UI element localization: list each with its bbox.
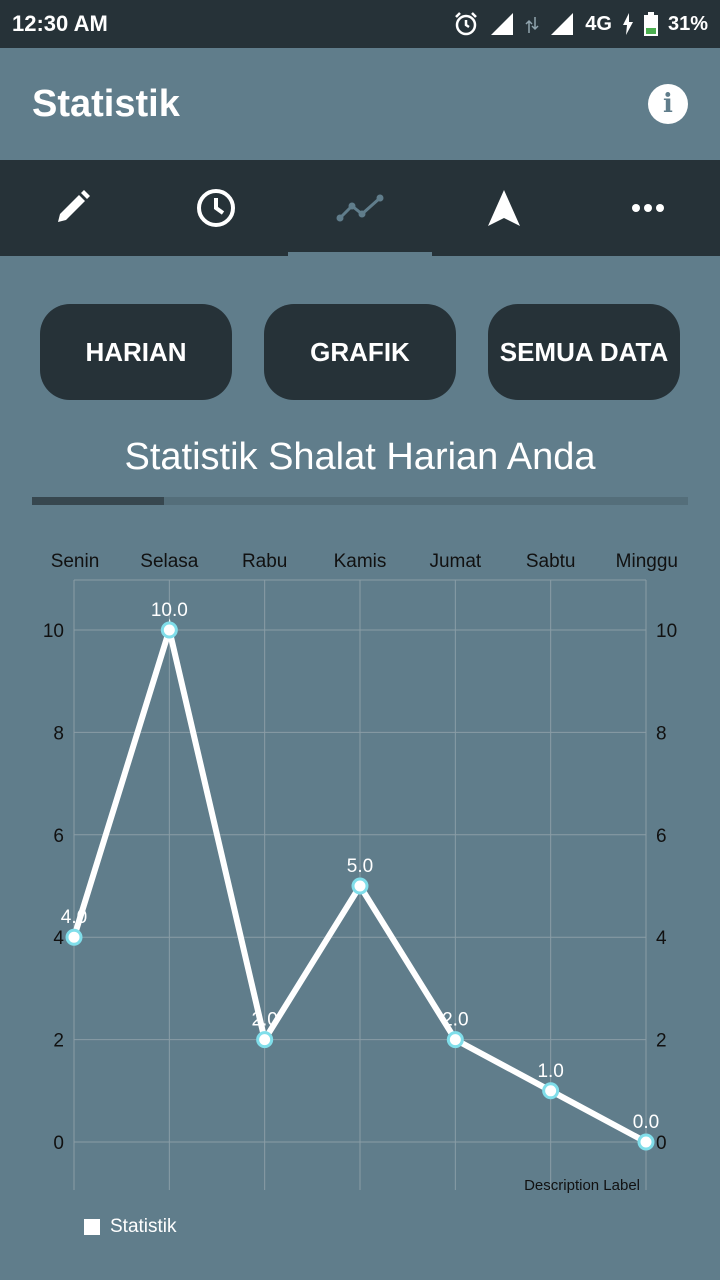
tab-more[interactable] (576, 160, 720, 256)
y-tick-label-right: 2 (656, 1031, 667, 1052)
chart-description: Description Label (524, 1177, 640, 1194)
legend-label: Statistik (110, 1216, 177, 1237)
y-tick-label-left: 0 (53, 1133, 64, 1154)
x-tick-label: Jumat (429, 551, 481, 572)
y-tick-label-left: 4 (53, 928, 64, 949)
data-label: 2.0 (442, 1010, 468, 1031)
y-tick-label-right: 8 (656, 723, 667, 744)
data-label: 10.0 (151, 600, 188, 621)
chart-button[interactable]: GRAFIK (264, 304, 456, 400)
info-icon[interactable]: i (648, 84, 688, 124)
y-tick-label-left: 2 (53, 1031, 64, 1052)
data-point (351, 877, 369, 895)
tab-bar (0, 160, 720, 256)
x-tick-label: Sabtu (526, 551, 576, 572)
data-label: 5.0 (347, 856, 373, 877)
signal-icon (491, 13, 514, 35)
all-data-button[interactable]: SEMUA DATA (488, 304, 680, 400)
pencil-icon (58, 190, 90, 222)
tab-statistics[interactable] (288, 160, 432, 256)
data-point (446, 1031, 464, 1049)
y-tick-label-right: 0 (656, 1133, 667, 1154)
alarm-icon (455, 12, 478, 36)
data-label: 1.0 (537, 1061, 563, 1082)
section-heading: Statistik Shalat Harian Anda (124, 436, 596, 478)
x-tick-label: Kamis (334, 551, 387, 572)
more-dots-icon (632, 204, 664, 212)
chart-line-icon (336, 194, 384, 222)
status-time: 12:30 AM (12, 11, 108, 36)
y-tick-label-right: 6 (656, 826, 667, 847)
signal-icon (551, 13, 574, 35)
app-bar: Statistik i (0, 48, 720, 160)
x-tick-label: Rabu (242, 551, 287, 572)
status-icons: 4G 31% (453, 11, 708, 37)
data-point (542, 1082, 560, 1100)
battery-percent: 31% (667, 12, 708, 35)
info-glyph: i (663, 89, 673, 119)
tab-history[interactable] (144, 160, 288, 256)
data-point (637, 1133, 655, 1151)
data-point (160, 621, 178, 639)
heading-divider (32, 497, 688, 505)
chart-legend: Statistik (84, 1216, 177, 1238)
data-label: 0.0 (633, 1112, 659, 1133)
data-label: 4.0 (61, 907, 87, 928)
data-label: 2.0 (251, 1010, 277, 1031)
x-tick-label: Minggu (616, 551, 678, 572)
data-arrows-icon (525, 17, 539, 33)
tab-qibla[interactable] (432, 160, 576, 256)
data-point (65, 928, 83, 946)
x-tick-label: Selasa (140, 551, 199, 572)
data-point (256, 1031, 274, 1049)
daily-button[interactable]: HARIAN (40, 304, 232, 400)
page-title: Statistik (32, 82, 180, 125)
legend-swatch (84, 1219, 100, 1235)
y-tick-label-right: 10 (656, 621, 677, 642)
navigation-arrow-icon (488, 190, 520, 226)
clock-icon (197, 189, 235, 227)
battery-icon (643, 12, 658, 36)
view-buttons: HARIAN GRAFIK SEMUA DATA (40, 304, 680, 400)
status-bar: 12:30 AM 4G 31% (0, 0, 720, 48)
y-tick-label-left: 6 (53, 826, 64, 847)
y-tick-label-left: 8 (53, 723, 64, 744)
divider-progress (32, 497, 164, 505)
x-tick-label: Senin (51, 551, 100, 572)
charging-icon (622, 13, 633, 35)
y-tick-label-left: 10 (43, 621, 64, 642)
tab-input[interactable] (0, 160, 144, 256)
y-tick-label-right: 4 (656, 928, 667, 949)
line-chart: 0 0 2 2 4 4 6 6 8 8 10 10 Senin Selasa Rabu Kamis Jumat S… (43, 551, 678, 1194)
network-type: 4G (585, 12, 612, 35)
